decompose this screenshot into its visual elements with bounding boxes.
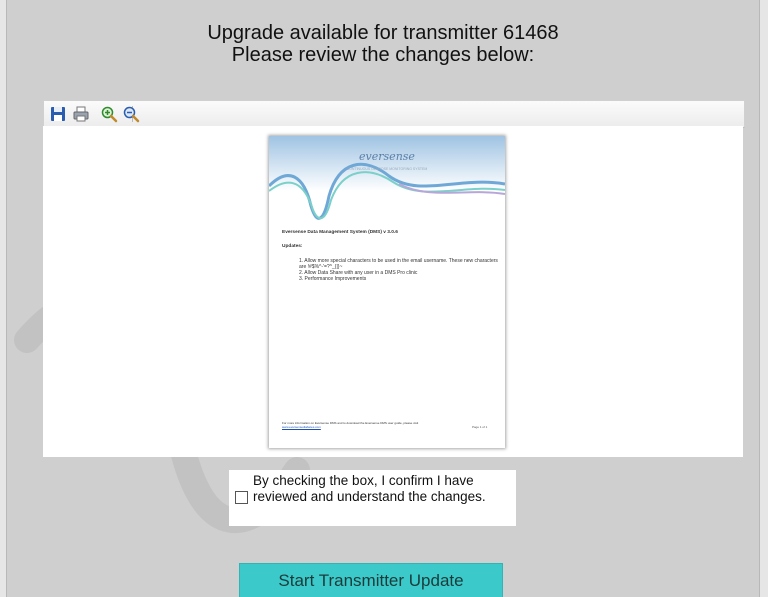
title-line-2: Please review the changes below: <box>231 44 535 66</box>
list-item: 1. Allow more special characters to be u… <box>299 258 498 270</box>
confirm-checkbox[interactable] <box>235 491 248 504</box>
document-update-list: 1. Allow more special characters to be u… <box>299 258 499 282</box>
print-icon[interactable] <box>72 105 90 123</box>
zoom-in-icon[interactable] <box>100 105 118 123</box>
page-title: Upgrade available for transmitter 61468 … <box>7 22 759 66</box>
start-transmitter-update-button[interactable]: Start Transmitter Update <box>239 563 503 597</box>
confirm-label[interactable]: By checking the box, I confirm I have re… <box>253 473 511 505</box>
save-icon[interactable] <box>49 105 67 123</box>
document-logo: eversense <box>359 150 415 163</box>
confirm-panel: By checking the box, I confirm I have re… <box>229 470 516 526</box>
document-title: Eversense Data Management System (DMS) v… <box>282 230 398 235</box>
document-updates-heading: Updates: <box>282 244 303 249</box>
document-viewer[interactable]: eversense CONTINUOUS GLUCOSE MONITORING … <box>43 126 743 457</box>
footer-link[interactable]: www.eversensediabetes.com <box>282 425 452 429</box>
document-tagline: CONTINUOUS GLUCOSE MONITORING SYSTEM <box>346 167 428 171</box>
document-footer: For more information on Eversense DMS an… <box>282 421 452 429</box>
update-window: Upgrade available for transmitter 61468 … <box>6 0 760 597</box>
document-page: eversense CONTINUOUS GLUCOSE MONITORING … <box>269 136 505 448</box>
list-item: 3. Performance Improvements <box>299 276 367 282</box>
viewer-toolbar <box>43 100 745 128</box>
title-line-1: Upgrade available for transmitter 61468 <box>207 22 559 44</box>
zoom-out-icon[interactable] <box>122 105 140 123</box>
page-number: Page 1 of 1 <box>472 425 488 429</box>
